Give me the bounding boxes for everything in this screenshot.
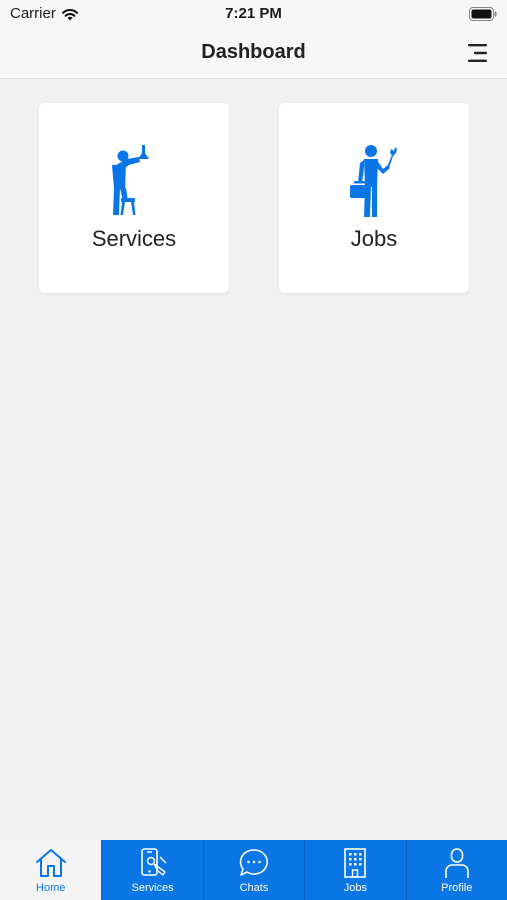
jobs-card[interactable]: Jobs <box>279 103 469 293</box>
tab-profile[interactable]: Profile <box>405 840 507 900</box>
user-icon <box>444 848 469 878</box>
tab-home[interactable]: Home <box>0 840 102 900</box>
clock: 7:21 PM <box>225 5 282 22</box>
services-card[interactable]: Services <box>39 103 229 293</box>
tab-services[interactable]: Services <box>101 840 203 900</box>
tab-chats[interactable]: Chats <box>202 840 305 900</box>
menu-icon <box>468 44 487 62</box>
tab-home-label: Home <box>36 882 66 894</box>
chat-icon <box>239 849 268 876</box>
navigation-header: Dashboard <box>0 30 507 79</box>
jobs-card-label: Jobs <box>350 226 398 251</box>
tab-bar: Home Services Chats Jobs Profile <box>0 840 507 900</box>
building-icon <box>344 848 367 878</box>
phone-service-icon <box>140 848 167 876</box>
worker-with-toolbox-icon <box>350 145 397 217</box>
home-icon <box>35 849 66 877</box>
status-bar: Carrier 7:21 PM <box>0 0 507 30</box>
tab-profile-label: Profile <box>441 882 473 894</box>
tab-jobs-label: Jobs <box>343 882 367 894</box>
menu-button[interactable] <box>465 40 491 66</box>
page-title: Dashboard <box>201 41 306 63</box>
worker-on-stool-icon <box>112 145 149 215</box>
services-card-label: Services <box>91 226 177 251</box>
tab-jobs[interactable]: Jobs <box>304 840 406 900</box>
tab-chats-label: Chats <box>239 882 269 894</box>
battery-icon <box>469 7 497 21</box>
tab-services-label: Services <box>131 882 174 894</box>
